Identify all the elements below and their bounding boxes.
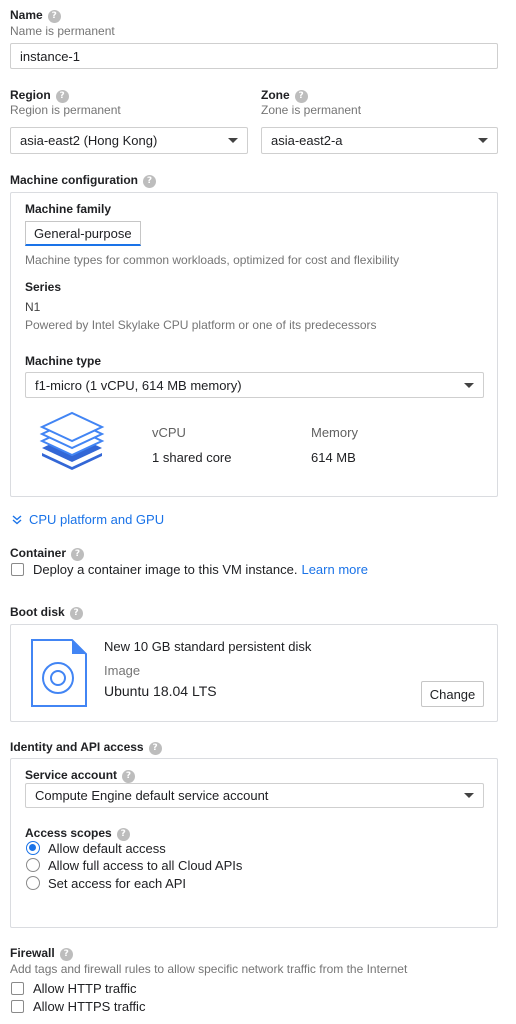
firewall-label: Firewall [10, 946, 55, 960]
zone-label-row: Zone? [261, 88, 308, 103]
scope-radio[interactable] [26, 858, 40, 872]
help-icon[interactable]: ? [122, 770, 136, 783]
machine-family-tab-label: General-purpose [34, 225, 132, 241]
double-chevron-down-icon [12, 514, 22, 524]
dropdown-arrow-icon [464, 793, 474, 798]
access-scopes-label-row: Access scopes? [25, 826, 130, 841]
stacked-layers-icon [39, 411, 105, 470]
machine-family-tab[interactable]: General-purpose [25, 221, 141, 246]
name-input-value: instance-1 [20, 48, 80, 64]
zone-select-value: asia-east2-a [271, 133, 343, 148]
access-scopes-label: Access scopes [25, 826, 112, 840]
region-label-row: Region? [10, 88, 69, 103]
cpu-platform-label: CPU platform and GPU [29, 512, 165, 527]
region-select[interactable]: asia-east2 (Hong Kong) [10, 127, 248, 154]
firewall-label-row: Firewall? [10, 946, 73, 961]
disk-file-icon [31, 639, 87, 707]
help-icon[interactable]: ? [148, 742, 162, 755]
dropdown-arrow-icon [228, 138, 238, 143]
scope-option[interactable]: Set access for each API [26, 875, 186, 891]
help-icon[interactable]: ? [69, 607, 83, 620]
name-sublabel: Name is permanent [10, 24, 115, 38]
service-account-select[interactable]: Compute Engine default service account [25, 783, 484, 808]
machine-family-label: Machine family [25, 202, 112, 216]
machine-type-select[interactable]: f1-micro (1 vCPU, 614 MB memory) [25, 372, 484, 398]
machine-config-label: Machine configuration [10, 173, 139, 187]
machine-type-label: Machine type [25, 354, 102, 368]
cpu-platform-toggle[interactable]: CPU platform and GPU [12, 512, 164, 527]
region-select-value: asia-east2 (Hong Kong) [20, 133, 158, 148]
firewall-sublabel: Add tags and firewall rules to allow spe… [10, 962, 408, 976]
identity-label-row: Identity and API access? [10, 740, 162, 755]
name-label-row: Name? [10, 8, 61, 23]
scope-option[interactable]: Allow full access to all Cloud APIs [26, 857, 242, 873]
memory-value: 614 MB [311, 450, 356, 465]
dropdown-arrow-icon [464, 382, 474, 388]
help-icon[interactable]: ? [143, 175, 157, 188]
vcpu-value: 1 shared core [152, 450, 232, 465]
scope-radio[interactable] [26, 876, 40, 890]
learn-more-link[interactable]: Learn more [301, 562, 367, 577]
machine-family-desc: Machine types for common workloads, opti… [25, 253, 400, 267]
name-input[interactable]: instance-1 [10, 43, 498, 69]
boot-disk-label-row: Boot disk? [10, 605, 83, 620]
service-account-value: Compute Engine default service account [35, 788, 269, 803]
help-icon[interactable]: ? [71, 548, 85, 561]
container-label: Container [10, 546, 67, 560]
boot-disk-image-label: Image [104, 663, 141, 678]
container-label-row: Container? [10, 546, 85, 561]
http-checkbox[interactable] [11, 982, 24, 995]
scope-option[interactable]: Allow default access [26, 840, 166, 856]
service-account-label: Service account [25, 768, 118, 782]
zone-select[interactable]: asia-east2-a [261, 127, 498, 154]
service-account-label-row: Service account? [25, 768, 136, 783]
series-desc: Powered by Intel Skylake CPU platform or… [25, 318, 377, 332]
help-icon[interactable]: ? [294, 90, 308, 103]
change-button[interactable]: Change [421, 681, 484, 707]
container-checkbox-text: Deploy a container image to this VM inst… [33, 562, 298, 577]
https-checkbox-label: Allow HTTPS traffic [33, 999, 146, 1014]
https-checkbox[interactable] [11, 1000, 24, 1013]
machine-type-value: f1-micro (1 vCPU, 614 MB memory) [35, 377, 242, 393]
container-option: Deploy a container image to this VM inst… [11, 562, 368, 577]
help-icon[interactable]: ? [47, 10, 61, 23]
http-checkbox-label: Allow HTTP traffic [33, 981, 137, 996]
firewall-option-http: Allow HTTP traffic [11, 981, 137, 996]
identity-label: Identity and API access [10, 740, 144, 754]
help-icon[interactable]: ? [55, 90, 69, 103]
region-sublabel: Region is permanent [10, 103, 121, 117]
memory-header: Memory [311, 425, 358, 440]
zone-label: Zone [261, 88, 290, 102]
scope-radio[interactable] [26, 841, 40, 855]
container-checkbox[interactable] [11, 563, 24, 576]
scope-label: Allow default access [48, 840, 166, 856]
machine-config-label-row: Machine configuration? [10, 173, 157, 188]
series-value: N1 [25, 300, 41, 314]
vcpu-header: vCPU [152, 425, 186, 440]
name-label: Name [10, 8, 43, 22]
scope-label: Set access for each API [48, 875, 187, 891]
dropdown-arrow-icon [478, 138, 488, 143]
series-label: Series [25, 280, 62, 294]
boot-disk-title: New 10 GB standard persistent disk [104, 639, 312, 654]
help-icon[interactable]: ? [59, 948, 73, 961]
firewall-option-https: Allow HTTPS traffic [11, 999, 145, 1014]
scope-label: Allow full access to all Cloud APIs [48, 857, 243, 873]
boot-disk-image-value: Ubuntu 18.04 LTS [104, 683, 217, 699]
boot-disk-label: Boot disk [10, 605, 65, 619]
region-label: Region [10, 88, 51, 102]
zone-sublabel: Zone is permanent [261, 103, 362, 117]
